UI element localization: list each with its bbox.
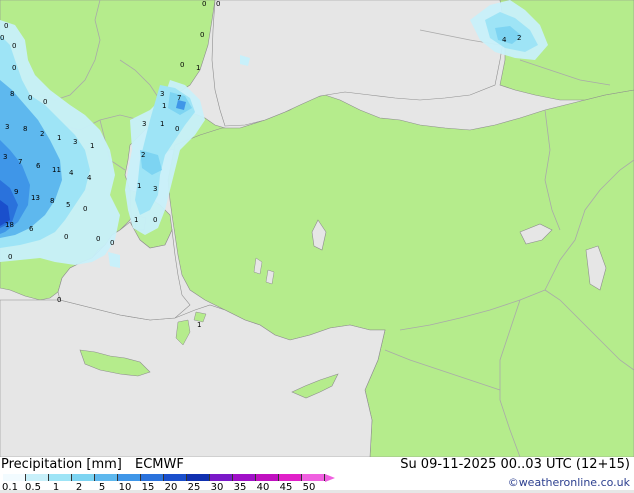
precip-value: 0 [96, 235, 100, 243]
scale-swatch [3, 474, 26, 481]
precip-value: 2 [517, 34, 521, 42]
precip-value: 4 [87, 174, 92, 182]
precip-value: 0 [180, 61, 184, 69]
precip-value: 1 [197, 321, 201, 329]
precip-value: 1 [134, 216, 138, 224]
precip-value: 11 [52, 166, 61, 174]
precip-value: 3 [160, 90, 164, 98]
precip-value: 0 [83, 205, 87, 213]
precip-value: 1 [137, 182, 141, 190]
precip-value: 6 [36, 162, 41, 170]
scale-swatch [141, 474, 164, 481]
scale-label: 5 [98, 482, 106, 493]
precip-value: 0 [153, 216, 157, 224]
scale-swatch [256, 474, 279, 481]
precip-value: 1 [57, 134, 61, 142]
precip-value: 8 [10, 90, 14, 98]
precip-value: 0 [43, 98, 47, 106]
precip-value: 0 [8, 253, 12, 261]
legend-bar: Precipitation [mm] ECMWF Su 09-11-2025 0… [0, 457, 634, 493]
precip-value: 1 [90, 142, 94, 150]
scale-swatch [302, 474, 325, 481]
precip-value: 3 [142, 120, 146, 128]
precip-value: 7 [177, 94, 181, 102]
precip-value: 5 [66, 201, 70, 209]
precip-value: 0 [64, 233, 68, 241]
model-name: ECMWF [135, 457, 184, 472]
precip-value: 6 [29, 225, 34, 233]
precip-value: 0 [216, 0, 220, 8]
precip-value: 0 [110, 239, 114, 247]
scale-swatch [26, 474, 49, 481]
scale-swatch [118, 474, 141, 481]
precip-value: 3 [73, 138, 77, 146]
precip-value: 8 [50, 197, 54, 205]
precip-value: 2 [40, 130, 44, 138]
precip-value: 4 [502, 36, 507, 44]
scale-label: 20 [164, 482, 178, 493]
scale-label: 2 [75, 482, 83, 493]
scale-swatch [187, 474, 210, 481]
precip-value: 0 [4, 22, 8, 30]
scale-label: 10 [118, 482, 132, 493]
scale-label: 0.5 [25, 482, 41, 493]
precip-value: 2 [141, 151, 145, 159]
precip-value: 0 [12, 64, 16, 72]
precip-value: 0 [175, 125, 179, 133]
scale-swatch [233, 474, 256, 481]
scale-swatch [210, 474, 233, 481]
precip-value: 1 [162, 102, 166, 110]
legend-title: Precipitation [mm] [1, 457, 122, 472]
scale-label: 0.1 [2, 482, 18, 493]
scale-label: 35 [233, 482, 247, 493]
scale-label: 45 [279, 482, 293, 493]
precip-value: 3 [3, 153, 7, 161]
precip-value: 3 [153, 185, 157, 193]
scale-label: 40 [256, 482, 270, 493]
scale-swatch [95, 474, 118, 481]
credit-link[interactable]: ©weatheronline.co.uk [508, 476, 630, 490]
scale-label: 25 [187, 482, 201, 493]
scale-label: 50 [302, 482, 316, 493]
precip-value: 8 [23, 125, 27, 133]
precip-value: 0 [200, 31, 204, 39]
precip-value: 18 [5, 221, 14, 229]
valid-time: Su 09-11-2025 00..03 UTC (12+15) [400, 457, 630, 472]
scale-label: 30 [210, 482, 224, 493]
scale-label: 1 [52, 482, 60, 493]
precipitation-map: 0 0 0 1 0 0 0 4 2 3 7 8 0 0 1 3 8 3 1 3 … [0, 0, 634, 457]
scale-swatch [164, 474, 187, 481]
scale-arrow [325, 474, 335, 482]
precip-value: 0 [202, 0, 206, 8]
precip-value: 0 [28, 94, 32, 102]
precip-value: 0 [12, 42, 16, 50]
scale-swatch [72, 474, 95, 481]
scale-swatch [49, 474, 72, 481]
precip-value: 4 [69, 169, 74, 177]
precip-value: 1 [196, 64, 200, 72]
precip-value: 0 [0, 34, 4, 42]
precip-value: 1 [160, 120, 164, 128]
scale-swatch [279, 474, 302, 481]
precip-value: 9 [14, 188, 18, 196]
precip-value: 7 [18, 158, 22, 166]
precip-value: 13 [31, 194, 40, 202]
scale-label: 15 [141, 482, 155, 493]
precip-value: 3 [5, 123, 9, 131]
precip-value: 0 [57, 296, 61, 304]
